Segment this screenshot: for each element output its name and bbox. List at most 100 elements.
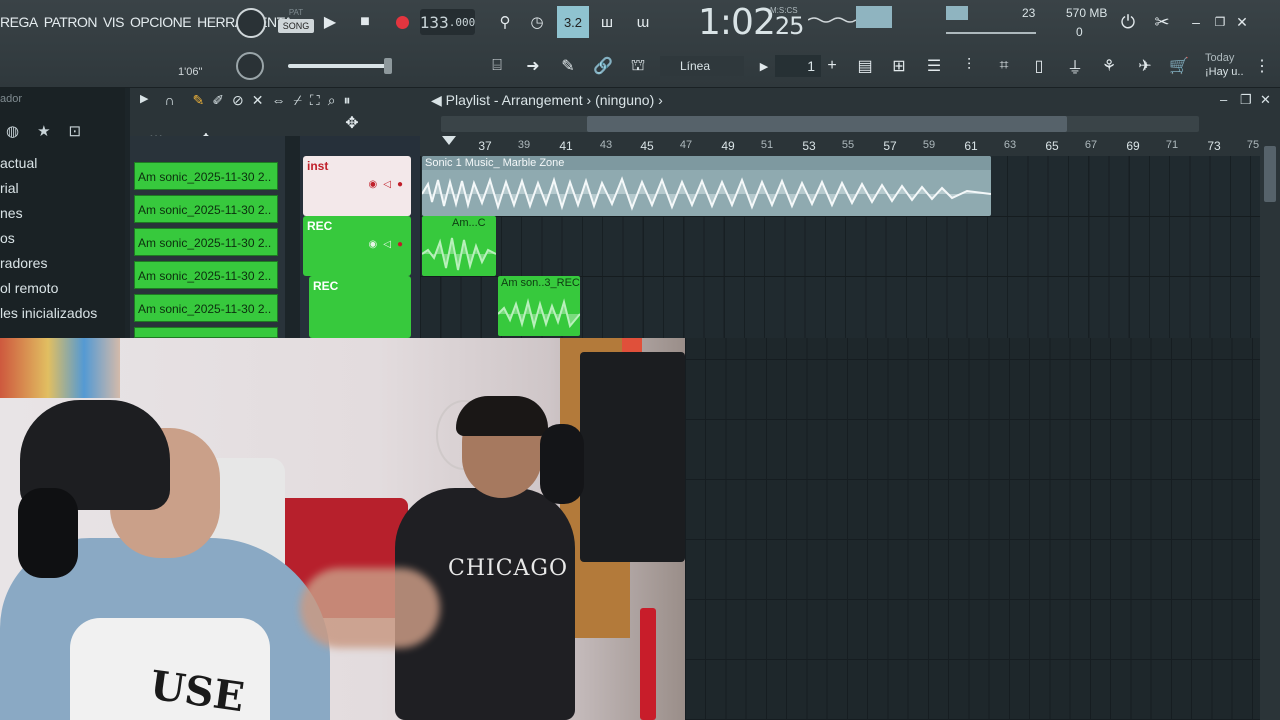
- browser-item-remote[interactable]: ol remoto: [0, 279, 97, 304]
- playlist-h-scroll-thumb[interactable]: [587, 116, 1067, 132]
- playlist-icon[interactable]: ▤: [852, 54, 878, 78]
- menu-item-patterns[interactable]: PATRON: [44, 14, 98, 30]
- power-icon[interactable]: ⏻: [1116, 10, 1140, 34]
- time-ruler[interactable]: 37 39 41 43 45 47 49 51 53 55 57 59 61 6…: [420, 136, 1260, 156]
- play-small-icon[interactable]: ▶: [756, 56, 772, 76]
- link-icon[interactable]: 🔗: [590, 54, 616, 78]
- solo-track-icon[interactable]: ◁: [383, 239, 391, 250]
- playlist-grid-empty[interactable]: [685, 338, 1260, 720]
- mute-track-icon[interactable]: ◉: [369, 179, 378, 190]
- stamp-icon[interactable]: ⛫: [625, 54, 651, 78]
- wait-input-icon[interactable]: ◷: [524, 10, 550, 34]
- step-value-field[interactable]: 1: [775, 55, 821, 77]
- document-icon[interactable]: ▯: [1026, 54, 1052, 78]
- audio-clip-rec-2[interactable]: Am son..3_REC: [498, 276, 580, 336]
- playlist-close-icon[interactable]: ✕: [1260, 92, 1271, 108]
- snap-selector[interactable]: Línea: [660, 56, 744, 76]
- globe-icon[interactable]: ◍: [6, 122, 19, 140]
- audio-clip-sonic[interactable]: Sonic 1 Music_ Marble Zone: [422, 156, 991, 216]
- menu-item-edit[interactable]: REGA: [0, 14, 38, 30]
- magnet-icon[interactable]: ∩: [164, 92, 174, 109]
- news-panel[interactable]: Today ¡Hay u..: [1205, 51, 1244, 79]
- pattern-item[interactable]: Am sonic_2025-11-30 2..: [134, 294, 278, 322]
- ruler-tick: 57: [883, 139, 897, 153]
- record-arm-icon[interactable]: ●: [397, 179, 403, 190]
- piano-roll-icon[interactable]: ⌸: [484, 54, 510, 78]
- pattern-item[interactable]: Am sonic_2025-11-30 2..: [134, 261, 278, 289]
- cut-icon[interactable]: ✂: [1150, 10, 1174, 34]
- solo-track-icon[interactable]: ◁: [383, 179, 391, 190]
- record-icon: [395, 15, 409, 29]
- restore-icon[interactable]: ❐: [1212, 12, 1228, 32]
- playlist-minimize-icon[interactable]: –: [1220, 92, 1227, 107]
- track-header-rec[interactable]: REC ◉ ◁ ●: [303, 216, 411, 276]
- main-pitch-knob[interactable]: [236, 52, 264, 80]
- playhead-marker[interactable]: [442, 136, 456, 145]
- slice-icon[interactable]: ⌿: [293, 92, 301, 109]
- pattern-item[interactable]: Am sonic_2025-11-30 2..: [134, 195, 278, 223]
- mixer-icon[interactable]: ⫶: [956, 54, 982, 78]
- slip-icon[interactable]: ⇔: [271, 92, 285, 109]
- record-arm-icon[interactable]: ●: [397, 239, 403, 250]
- master-volume-slider[interactable]: [946, 32, 1036, 34]
- arrow-right-icon[interactable]: ➜: [520, 54, 546, 78]
- playlist-v-scrollbar[interactable]: [1260, 112, 1280, 720]
- play-button[interactable]: ▶: [320, 12, 340, 32]
- mute-track-icon[interactable]: ◉: [369, 239, 378, 250]
- track-header-inst[interactable]: inst ◉ ◁ ●: [303, 156, 411, 216]
- channel-rack-icon[interactable]: ⊞: [886, 54, 912, 78]
- countdown-icon[interactable]: 3.2: [557, 6, 589, 38]
- browser-item-sounds[interactable]: os: [0, 229, 97, 254]
- tempo-display[interactable]: 133.000: [420, 9, 475, 35]
- step-value: 1: [807, 58, 815, 74]
- playback-icon[interactable]: ⏸: [344, 92, 351, 109]
- pat-song-toggle[interactable]: PAT SONG: [278, 8, 314, 38]
- cart-icon[interactable]: 🛒: [1166, 54, 1192, 78]
- browser-item-current[interactable]: actual: [0, 154, 97, 179]
- minimize-icon[interactable]: –: [1188, 12, 1204, 32]
- select-icon[interactable]: ⛶: [310, 92, 320, 109]
- browser-item-channels[interactable]: nes: [0, 204, 97, 229]
- slider-handle[interactable]: [384, 58, 392, 74]
- tutorial-icon[interactable]: ✈: [1132, 54, 1158, 78]
- star-icon[interactable]: ★: [37, 122, 50, 140]
- pencil-icon[interactable]: ✎: [193, 92, 205, 109]
- add-icon[interactable]: +: [824, 56, 840, 76]
- browser-item-initialized[interactable]: les inicializados: [0, 304, 97, 329]
- folder-icon[interactable]: ⊡: [69, 122, 82, 140]
- menu-item-view[interactable]: VIS: [103, 14, 125, 30]
- stop-button[interactable]: ■: [355, 12, 375, 32]
- metronome-icon[interactable]: ⚲: [492, 10, 518, 34]
- play-arrow-icon[interactable]: ▶: [140, 92, 148, 109]
- move-icon[interactable]: ✥: [342, 114, 362, 132]
- pattern-item[interactable]: Am sonic_2025-11-30 2..: [134, 228, 278, 256]
- paint-icon[interactable]: ✐: [212, 92, 224, 109]
- main-volume-knob[interactable]: [236, 8, 266, 38]
- mute-icon[interactable]: ✕: [252, 92, 264, 109]
- browser-item-generators[interactable]: radores: [0, 254, 97, 279]
- playlist-restore-icon[interactable]: ❐: [1240, 92, 1252, 108]
- track-header-rec-2[interactable]: REC: [309, 276, 411, 338]
- pattern-item[interactable]: Am sonic_2025-11-30 2..: [134, 162, 278, 190]
- close-icon[interactable]: ✕: [1234, 12, 1250, 32]
- loop-record-icon[interactable]: ɯ: [630, 10, 656, 34]
- zoom-icon[interactable]: ⌕: [328, 92, 336, 109]
- audio-clip-rec-1[interactable]: Am...C: [422, 216, 496, 276]
- ruler-tick: 61: [964, 139, 978, 153]
- playlist-v-scroll-thumb[interactable]: [1264, 146, 1276, 202]
- mic-stand: [640, 608, 656, 720]
- plugin-icon[interactable]: ⌗: [991, 54, 1017, 78]
- mixer-list-icon[interactable]: ☰: [921, 54, 947, 78]
- more-icon[interactable]: ⋮: [1254, 56, 1270, 76]
- playlist-pattern[interactable]: (ninguno): [595, 92, 654, 108]
- person-icon[interactable]: ⚘: [1096, 54, 1122, 78]
- browser-item-tutorial[interactable]: rial: [0, 179, 97, 204]
- main-pitch-slider[interactable]: [288, 64, 388, 68]
- delete-icon[interactable]: ⊘: [232, 92, 244, 109]
- record-button[interactable]: [392, 12, 412, 32]
- menu-item-options[interactable]: OPCIONE: [130, 14, 192, 30]
- brush-icon[interactable]: ✎: [555, 54, 581, 78]
- step-edit-icon[interactable]: ш: [594, 10, 620, 34]
- plug-icon[interactable]: ⏚: [1062, 54, 1088, 78]
- pattern-item-partial[interactable]: [134, 327, 278, 338]
